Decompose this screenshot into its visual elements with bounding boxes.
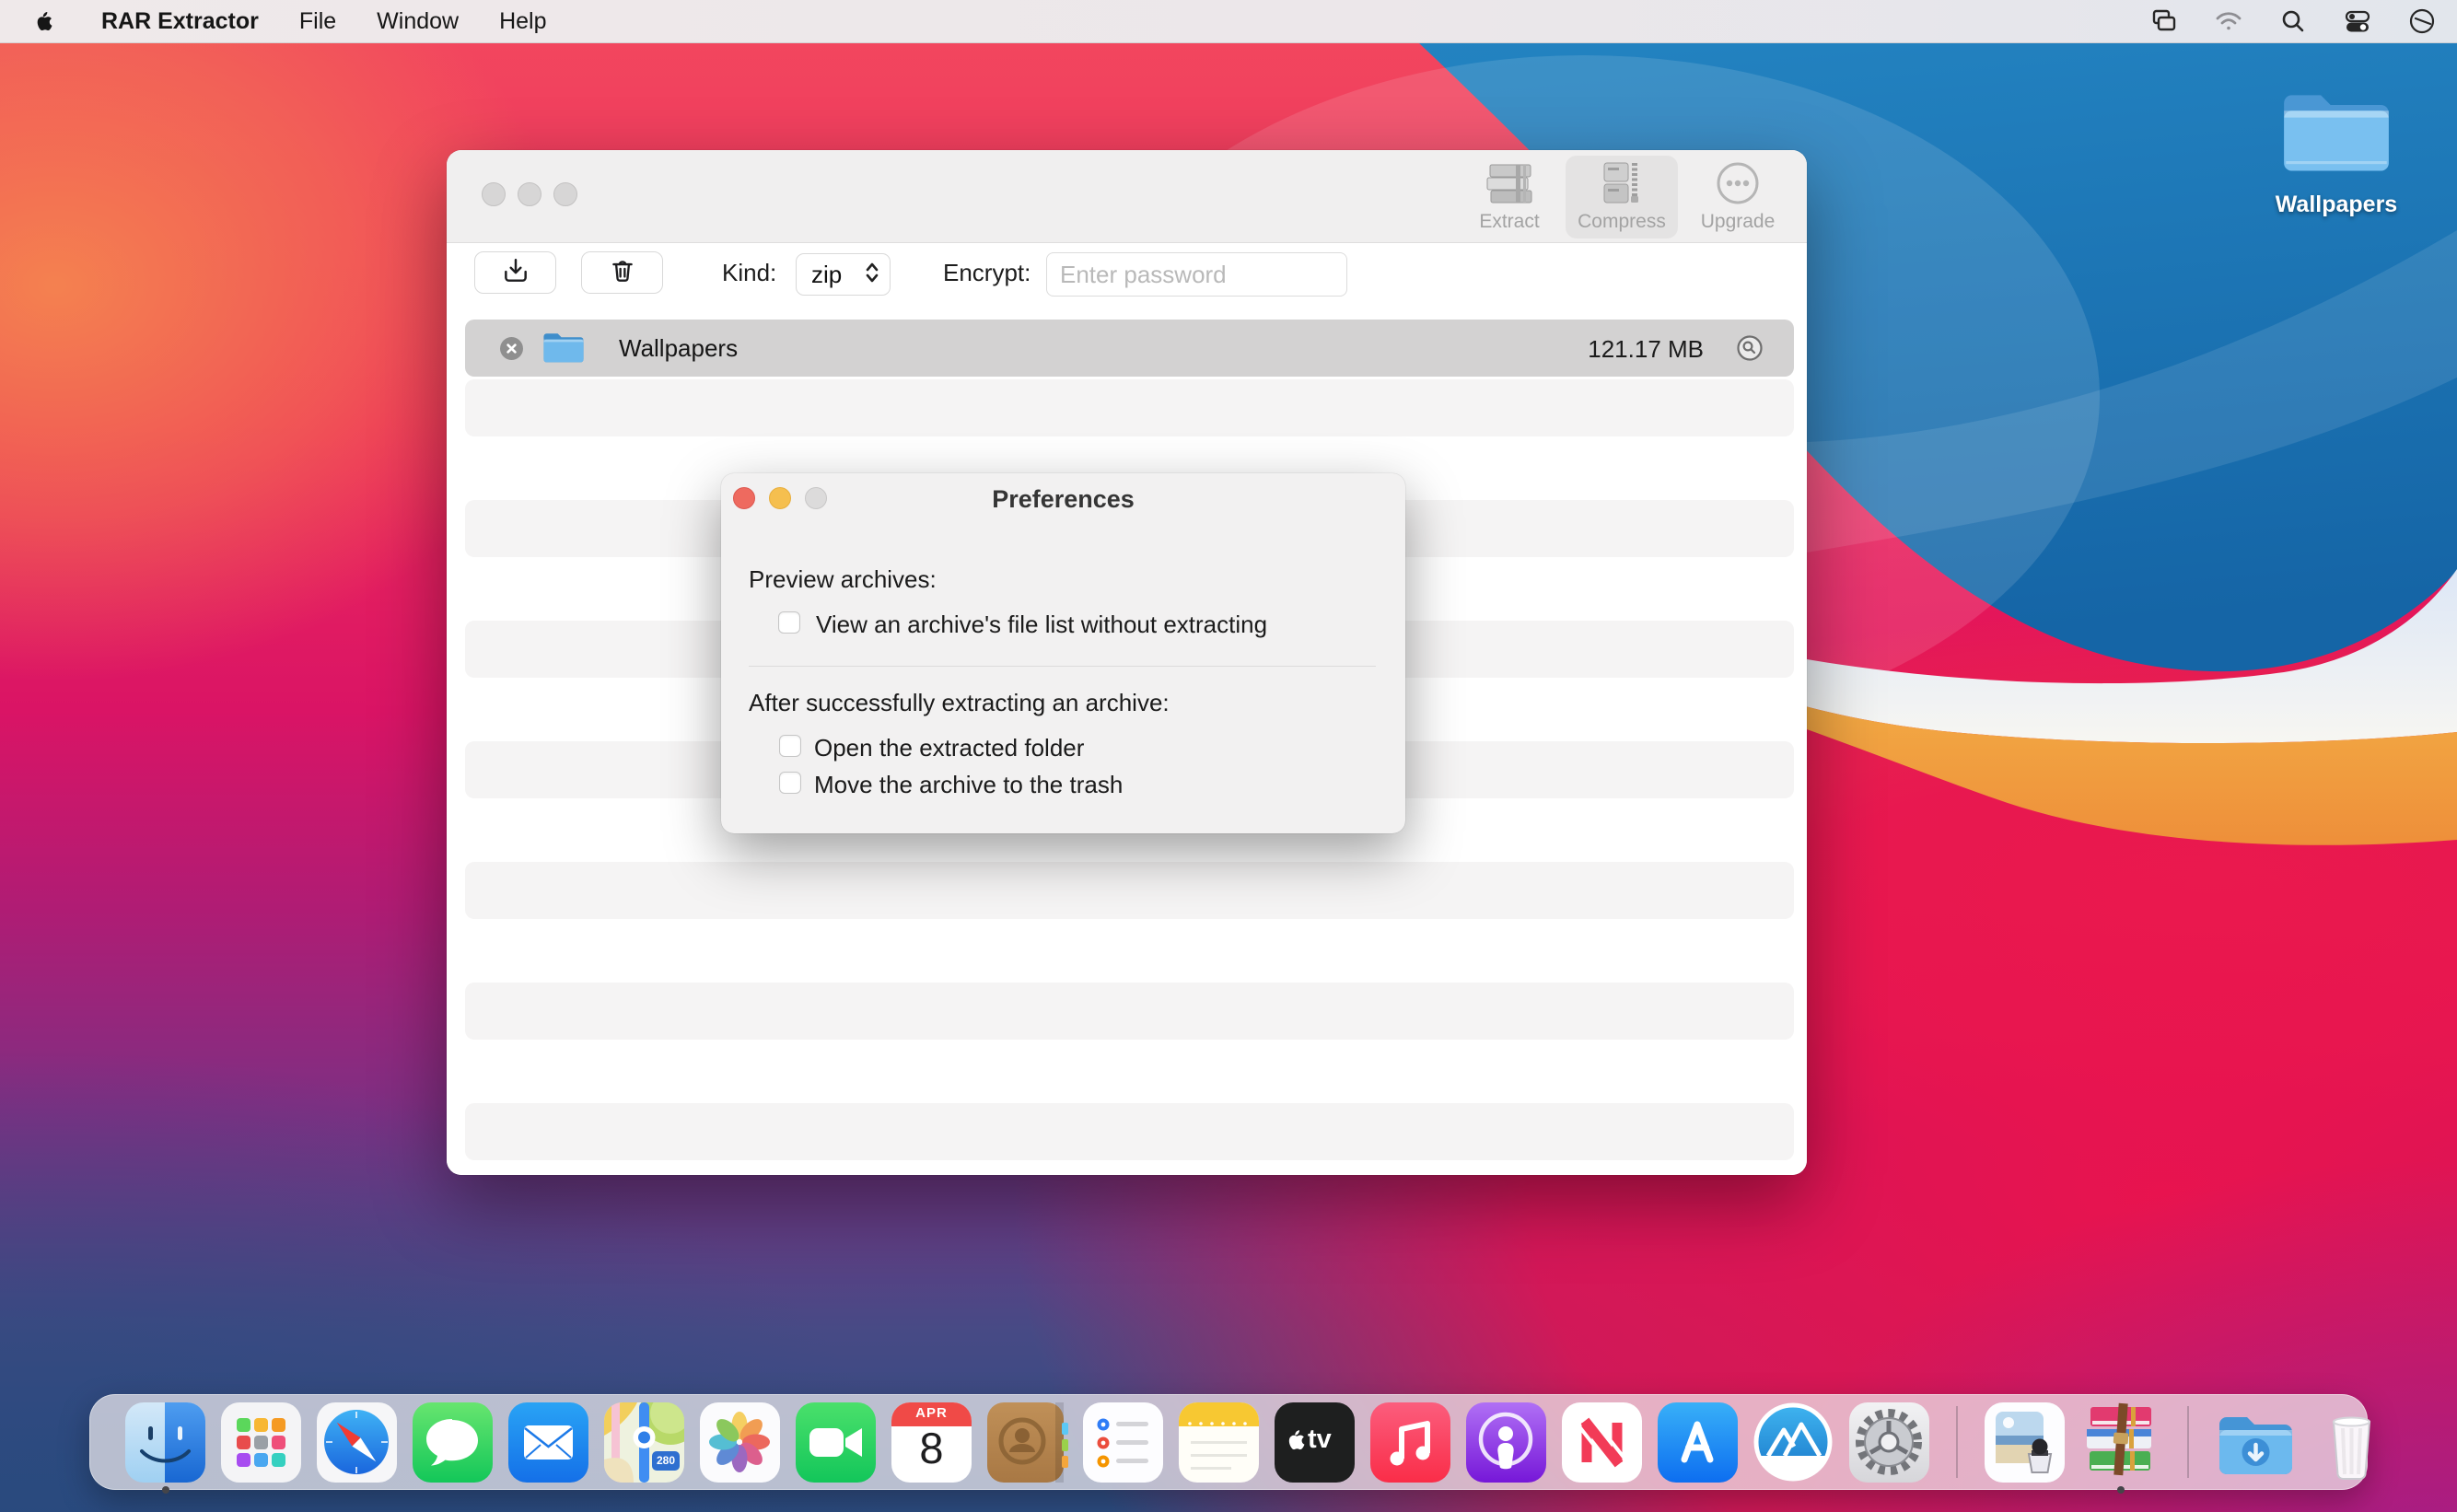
password-input[interactable] <box>1046 252 1347 297</box>
dock-system-preferences-icon[interactable] <box>1846 1399 1933 1486</box>
preferences-dialog: Preferences Preview archives: View an ar… <box>721 473 1405 833</box>
extract-label: Extract <box>1479 211 1539 238</box>
dock-contacts-icon[interactable] <box>984 1399 1071 1486</box>
prefs-title: Preferences <box>721 485 1405 514</box>
import-icon <box>501 256 530 290</box>
window-titlebar[interactable]: Extract Compress <box>447 150 1807 243</box>
list-row[interactable] <box>465 379 1794 436</box>
menu-bar: RAR Extractor File Window Help <box>0 0 2457 43</box>
prefs-divider <box>749 666 1376 667</box>
kind-label: Kind: <box>722 259 776 287</box>
preview-checkbox[interactable] <box>778 611 800 634</box>
dock-preview-icon[interactable] <box>1981 1399 2068 1486</box>
archive-row-wallpapers[interactable]: Wallpapers 121.17 MB <box>465 320 1794 377</box>
move-trash-checkbox[interactable] <box>779 772 801 794</box>
dock-separator <box>1956 1406 1958 1478</box>
clock-icon[interactable] <box>2407 6 2437 36</box>
dock-mail-icon[interactable] <box>505 1399 592 1486</box>
wifi-icon[interactable] <box>2214 6 2243 36</box>
menu-help[interactable]: Help <box>499 8 546 35</box>
dock-rar-extractor-icon[interactable] <box>2077 1399 2164 1486</box>
upgrade-icon <box>1714 156 1762 207</box>
move-trash-label: Move the archive to the trash <box>814 771 1123 799</box>
dock-photos-icon[interactable] <box>696 1399 784 1486</box>
dock-safari-icon[interactable] <box>313 1399 401 1486</box>
open-folder-checkbox[interactable] <box>779 735 801 757</box>
remove-item-icon[interactable] <box>499 336 524 366</box>
dock-trash-icon[interactable] <box>2308 1399 2395 1486</box>
stepper-icon <box>864 260 890 290</box>
upgrade-label: Upgrade <box>1701 211 1776 238</box>
list-row[interactable] <box>465 983 1794 1040</box>
tv-glyph: tv <box>1308 1425 1332 1455</box>
kind-select[interactable]: zip <box>796 253 891 296</box>
dock-music-icon[interactable] <box>1367 1399 1454 1486</box>
stacked-windows-icon[interactable] <box>2149 6 2179 36</box>
dock-news-icon[interactable] <box>1558 1399 1646 1486</box>
menu-file[interactable]: File <box>299 8 336 35</box>
trash-icon <box>608 256 637 290</box>
dock-app-store-icon[interactable] <box>1654 1399 1741 1486</box>
dock-maps-icon[interactable]: 280 <box>600 1399 688 1486</box>
after-section-label: After successfully extracting an archive… <box>749 689 1170 717</box>
desktop-folder-wallpapers[interactable]: Wallpapers <box>2263 87 2410 218</box>
zoom-button[interactable] <box>553 182 577 206</box>
apple-menu-icon[interactable] <box>31 6 61 36</box>
archive-size: 121.17 MB <box>1588 335 1704 364</box>
dock-apple-tv-icon[interactable]: tv <box>1271 1399 1358 1486</box>
dock-separator <box>2187 1406 2189 1478</box>
list-row[interactable] <box>465 862 1794 919</box>
finder-running-indicator <box>162 1486 169 1494</box>
dock-podcasts-icon[interactable] <box>1462 1399 1550 1486</box>
minimize-button[interactable] <box>518 182 541 206</box>
extract-button[interactable]: Extract <box>1453 156 1566 238</box>
dock-calendar-icon[interactable]: APR 8 <box>888 1399 975 1486</box>
rar-running-indicator <box>2117 1486 2125 1494</box>
compress-icon <box>1597 156 1647 207</box>
inspect-icon[interactable] <box>1737 335 1763 366</box>
dock-notes-icon[interactable] <box>1175 1399 1263 1486</box>
dock-messages-icon[interactable] <box>409 1399 496 1486</box>
dock-downloads-icon[interactable] <box>2212 1399 2300 1486</box>
encrypt-label: Encrypt: <box>943 259 1031 287</box>
list-row[interactable] <box>465 1103 1794 1160</box>
preview-section-label: Preview archives: <box>749 565 937 594</box>
search-icon[interactable] <box>2278 6 2308 36</box>
menu-window[interactable]: Window <box>377 8 459 35</box>
calendar-day: 8 <box>888 1423 975 1473</box>
options-toolbar: Kind: zip Encrypt: <box>447 243 1807 307</box>
control-center-icon[interactable] <box>2343 6 2372 36</box>
archive-name: Wallpapers <box>619 334 738 363</box>
maps-route-badge: 280 <box>652 1451 680 1471</box>
screen: RAR Extractor File Window Help <box>0 0 2457 1512</box>
compress-button[interactable]: Compress <box>1566 156 1678 238</box>
upgrade-button[interactable]: Upgrade <box>1682 156 1794 238</box>
menu-app-name[interactable]: RAR Extractor <box>101 8 259 35</box>
dock-launchpad-icon[interactable] <box>217 1399 305 1486</box>
dock-app-cleaner-icon[interactable] <box>1750 1399 1837 1486</box>
calendar-month: APR <box>888 1405 975 1421</box>
delete-button[interactable] <box>581 251 663 294</box>
open-folder-label: Open the extracted folder <box>814 734 1084 762</box>
dock-reminders-icon[interactable] <box>1079 1399 1167 1486</box>
dock: 280 <box>89 1394 2368 1490</box>
preview-option-label: View an archive's file list without extr… <box>816 611 1267 639</box>
import-button[interactable] <box>474 251 556 294</box>
close-button[interactable] <box>482 182 506 206</box>
desktop-folder-label: Wallpapers <box>2263 192 2410 218</box>
row-folder-icon <box>541 329 586 372</box>
folder-icon <box>2277 168 2395 183</box>
dock-facetime-icon[interactable] <box>792 1399 879 1486</box>
extract-icon <box>1483 156 1536 207</box>
dock-finder-icon[interactable] <box>122 1399 209 1486</box>
kind-value: zip <box>797 261 864 289</box>
compress-label: Compress <box>1578 211 1666 238</box>
